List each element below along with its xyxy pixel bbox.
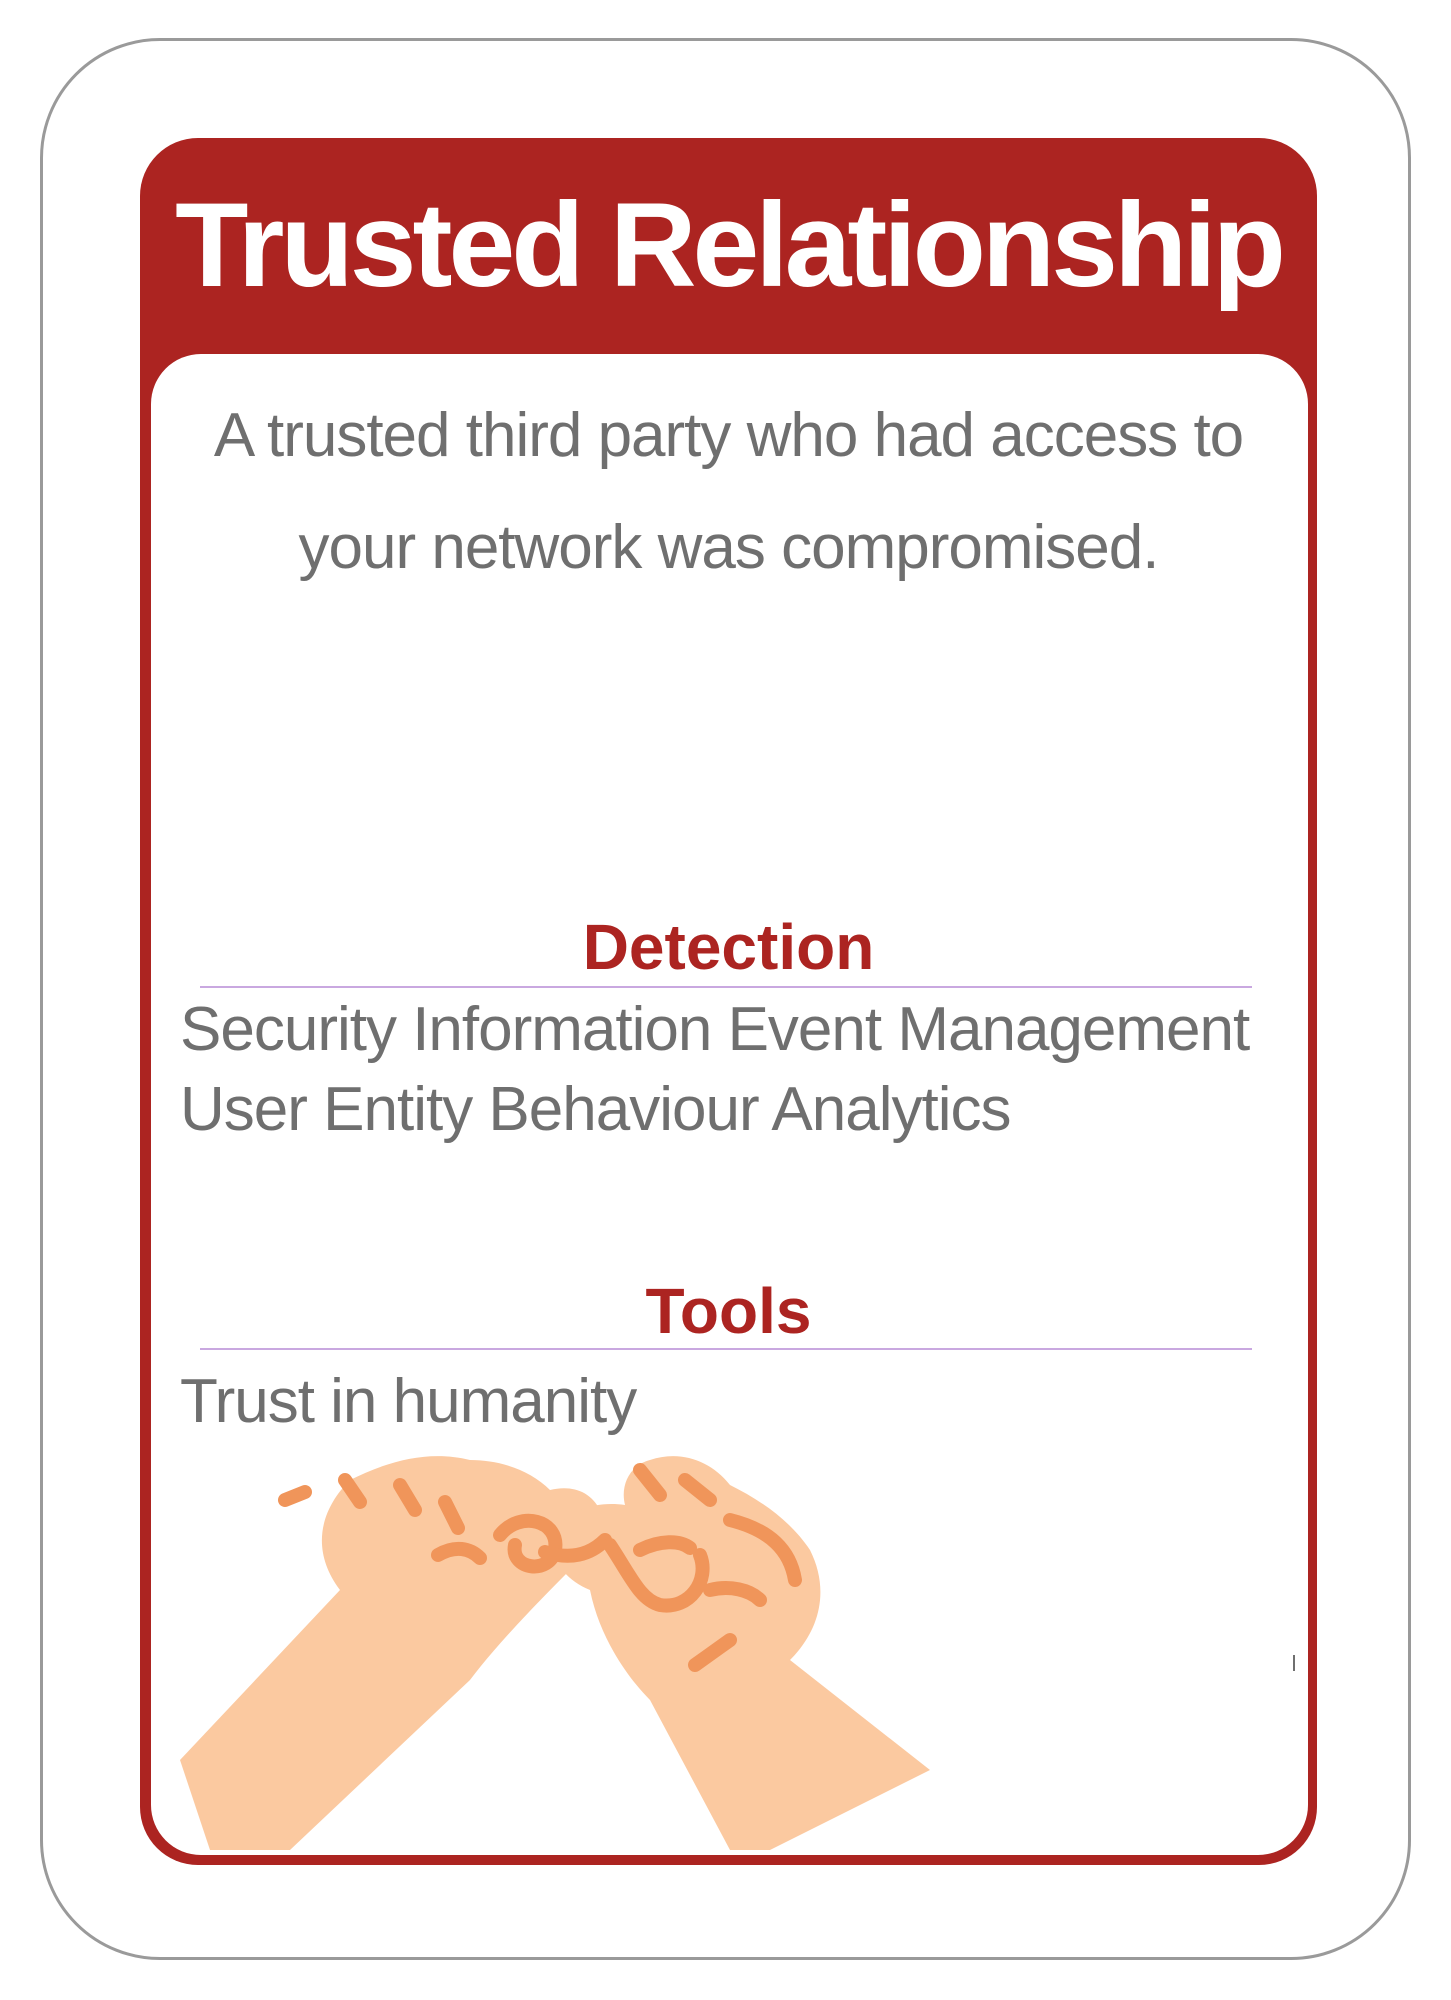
left-hand-icon [180,1456,604,1850]
tools-divider [200,1348,1252,1350]
detection-list: Security Information Event Management Us… [180,990,1250,1150]
detection-item: User Entity Behaviour Analytics [180,1075,1012,1144]
stray-tick-mark [1293,1655,1295,1671]
card-title: Trusted Relationship [175,178,1286,312]
description-line: your network was compromised. [298,513,1160,582]
pinky-promise-hands-icon [180,1456,930,1850]
tools-heading: Tools [645,1275,812,1347]
card-description: A trusted third party who had access to … [170,380,1287,604]
tools-list: Trust in humanity [180,1362,637,1442]
detection-heading: Detection [582,911,875,983]
tools-item: Trust in humanity [180,1367,637,1436]
detection-divider [200,986,1252,988]
detection-item: Security Information Event Management [180,995,1250,1064]
description-line: A trusted third party who had access to [213,401,1244,470]
right-hand-icon [554,1456,930,1850]
